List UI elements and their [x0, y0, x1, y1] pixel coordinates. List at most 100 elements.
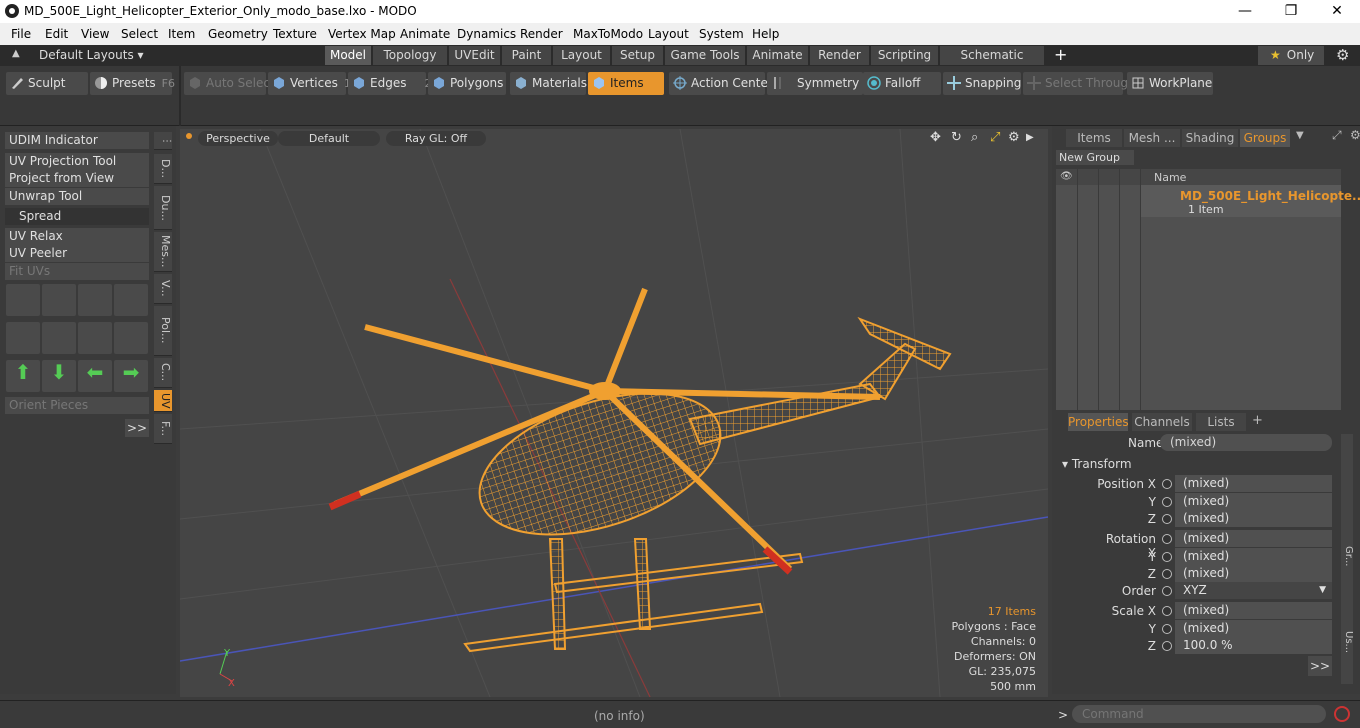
order-dropdown[interactable]: XYZ ▼ — [1175, 582, 1332, 599]
position-x-field[interactable]: (mixed) — [1175, 475, 1332, 492]
pan-icon[interactable]: ✥ — [930, 130, 941, 145]
auto-select-button[interactable]: Auto Select — [184, 72, 275, 95]
viewport-expand-icon[interactable]: ▶ — [1026, 132, 1034, 143]
tab-lists[interactable]: Lists — [1196, 413, 1246, 431]
menu-animate[interactable]: Animate — [400, 27, 450, 41]
menu-geometry[interactable]: Geometry — [208, 27, 268, 41]
arrow-down-icon[interactable]: ⬇ — [42, 360, 76, 392]
shading-default-dropdown[interactable]: Default — [278, 131, 380, 146]
add-tab-button[interactable]: + — [1054, 45, 1067, 64]
scale-z-field[interactable]: 100.0 % — [1175, 637, 1332, 654]
udim-indicator-button[interactable]: UDIM Indicator — [5, 132, 149, 149]
uv-move-icon[interactable] — [6, 284, 40, 316]
name-column-header[interactable]: Name — [1154, 171, 1186, 184]
perspective-dropdown[interactable]: Perspective — [198, 131, 278, 146]
new-group-button[interactable]: New Group — [1056, 150, 1134, 165]
position-z-field[interactable]: (mixed) — [1175, 510, 1332, 527]
panel-menu-icon[interactable]: ⋮ — [154, 132, 172, 150]
scale-z-anim-dot[interactable] — [1162, 641, 1172, 651]
visibility-icon[interactable]: 👁 — [1060, 171, 1073, 182]
transform-section[interactable]: ▾ Transform — [1062, 457, 1132, 471]
tab-shading[interactable]: Shading — [1182, 129, 1238, 147]
position-z-anim-dot[interactable] — [1162, 514, 1172, 524]
menu-vertex-map[interactable]: Vertex Map — [328, 27, 396, 41]
tab-model[interactable]: Model — [325, 46, 372, 65]
command-input[interactable] — [1072, 705, 1326, 723]
close-button[interactable]: ✕ — [1314, 0, 1360, 23]
menu-texture[interactable]: Texture — [273, 27, 317, 41]
menu-select[interactable]: Select — [121, 27, 158, 41]
vtab-f[interactable]: F... — [154, 414, 172, 444]
3d-viewport[interactable]: Y X Perspective Default Ray GL: Off ✥ ↻ … — [180, 129, 1048, 697]
rotation-z-anim-dot[interactable] — [1162, 569, 1172, 579]
symmetry-button[interactable]: Symmetry — [767, 72, 863, 95]
tab-schematic-fusion[interactable]: Schematic Fusion — [940, 46, 1045, 81]
vtab-mes[interactable]: Mes... — [154, 232, 172, 272]
uv-box-icon[interactable] — [114, 284, 148, 316]
tab-layout[interactable]: Layout — [553, 46, 611, 65]
rotation-x-anim-dot[interactable] — [1162, 534, 1172, 544]
orient-pieces-button[interactable]: Orient Pieces — [5, 397, 149, 414]
vtab-uv[interactable]: UV — [154, 390, 172, 412]
unwrap-tool-button[interactable]: Unwrap Tool — [5, 188, 149, 205]
side-tab-gr[interactable]: Gr... — [1343, 546, 1354, 566]
menu-file[interactable]: File — [11, 27, 31, 41]
rotation-z-field[interactable]: (mixed) — [1175, 565, 1332, 582]
more-tools-button[interactable]: >> — [125, 419, 149, 437]
uv-transform-icon[interactable] — [78, 284, 112, 316]
tab-groups[interactable]: Groups — [1240, 129, 1290, 147]
group-row-name[interactable]: MD_500E_Light_Helicopte... — [1180, 189, 1360, 203]
vtab-c[interactable]: C... — [154, 358, 172, 388]
tab-paint[interactable]: Paint — [502, 46, 552, 65]
tab-setup[interactable]: Setup — [612, 46, 664, 65]
only-toggle[interactable]: ★ Only — [1258, 46, 1324, 65]
menu-render[interactable]: Render — [520, 27, 563, 41]
menu-system[interactable]: System — [699, 27, 744, 41]
tab-uvedit[interactable]: UVEdit — [449, 46, 501, 65]
uv-peeler-button[interactable]: UV Peeler — [5, 245, 149, 262]
tab-game-tools[interactable]: Game Tools — [665, 46, 746, 65]
scale-y-anim-dot[interactable] — [1162, 624, 1172, 634]
minimize-button[interactable]: — — [1222, 0, 1268, 23]
uv-cylinder-icon[interactable] — [6, 322, 40, 354]
action-center-button[interactable]: Action Center — [669, 72, 773, 95]
name-input[interactable]: (mixed) — [1160, 434, 1332, 451]
items-button[interactable]: Items — [588, 72, 664, 95]
uv-projection-tool-button[interactable]: UV Projection Tool — [5, 153, 149, 170]
layout-collapse-icon[interactable]: ▲ — [12, 48, 20, 59]
snapping-button[interactable]: Snapping — [943, 72, 1021, 95]
uv-relax-button[interactable]: UV Relax — [5, 228, 149, 245]
vtab-du[interactable]: Du... — [154, 186, 172, 230]
tab-render[interactable]: Render — [810, 46, 870, 65]
rotation-x-field[interactable]: (mixed) — [1175, 530, 1332, 547]
panel-settings-icon[interactable]: ⚙ — [1350, 128, 1360, 142]
workplane-button[interactable]: WorkPlane — [1127, 72, 1213, 95]
tabs-dropdown-icon[interactable]: ▼ — [1296, 130, 1304, 141]
arrow-right-icon[interactable]: ➡ — [114, 360, 148, 392]
position-y-field[interactable]: (mixed) — [1175, 493, 1332, 510]
menu-item[interactable]: Item — [168, 27, 195, 41]
raygl-toggle[interactable]: Ray GL: Off — [386, 131, 486, 146]
tab-scripting[interactable]: Scripting — [871, 46, 939, 65]
tab-animate[interactable]: Animate — [747, 46, 809, 65]
menu-view[interactable]: View — [81, 27, 109, 41]
tab-topology[interactable]: Topology — [373, 46, 448, 65]
panel-expand-icon[interactable]: ⤢ — [1332, 128, 1342, 143]
viewport-menu-dot[interactable] — [186, 133, 192, 139]
tab-properties[interactable]: Properties — [1068, 413, 1129, 431]
materials-button[interactable]: Materials — [510, 72, 587, 95]
scale-x-anim-dot[interactable] — [1162, 606, 1172, 616]
vtab-d[interactable]: D... — [154, 154, 172, 184]
rotation-y-anim-dot[interactable] — [1162, 552, 1172, 562]
zoom-icon[interactable]: ⌕ — [971, 130, 978, 145]
menu-edit[interactable]: Edit — [45, 27, 68, 41]
tab-channels[interactable]: Channels — [1132, 413, 1192, 431]
tab-mesh[interactable]: Mesh ... — [1124, 129, 1180, 147]
scale-y-field[interactable]: (mixed) — [1175, 620, 1332, 637]
scale-x-field[interactable]: (mixed) — [1175, 602, 1332, 619]
gear-icon[interactable]: ⚙ — [1336, 46, 1349, 64]
order-anim-dot[interactable] — [1162, 586, 1172, 596]
menu-maxtomodo[interactable]: MaxToModo — [573, 27, 643, 41]
vtab-pol[interactable]: Pol... — [154, 306, 172, 356]
edges-button[interactable]: Edges2 — [348, 72, 431, 95]
